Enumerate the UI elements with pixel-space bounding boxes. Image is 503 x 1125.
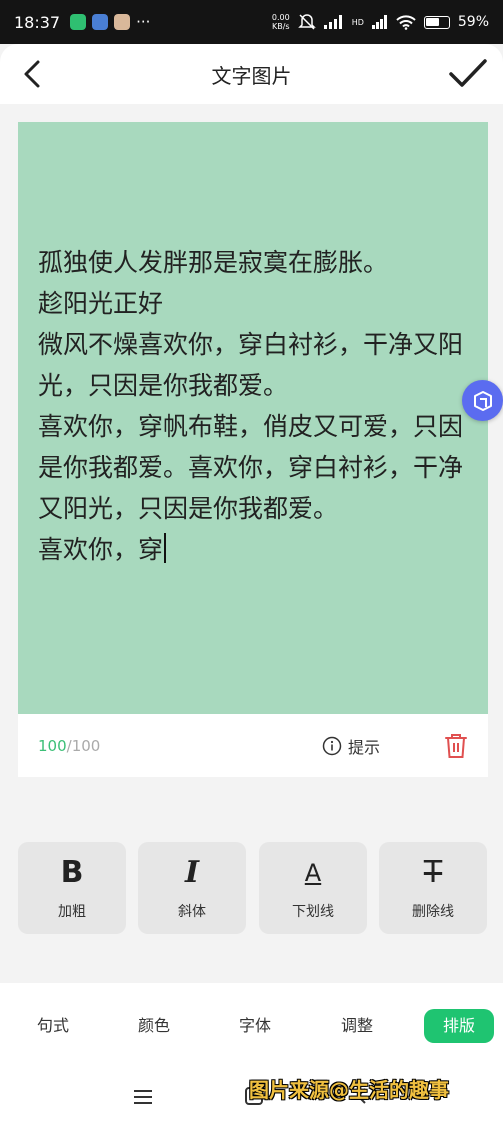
underline-label: 下划线 [292, 904, 334, 920]
back-icon[interactable] [18, 58, 48, 90]
mute-icon [297, 14, 316, 30]
underline-button[interactable]: A 下划线 [259, 842, 367, 934]
strikethrough-button[interactable]: T 删除线 [379, 842, 487, 934]
tab-layout[interactable]: 排版 [424, 1009, 494, 1043]
floating-assistant-button[interactable] [462, 380, 503, 421]
format-panel: B 加粗 I 斜体 A 下划线 T 删除线 [0, 795, 503, 983]
confirm-check-icon[interactable] [447, 56, 489, 92]
signal-icon [323, 15, 342, 29]
strikethrough-label: 删除线 [412, 904, 454, 920]
tab-sentence[interactable]: 句式 [18, 1009, 88, 1043]
app-notification-icon [70, 14, 87, 30]
cube-icon [473, 390, 492, 411]
header: 文字图片 [0, 44, 503, 104]
wrench-notification-icon [92, 14, 109, 30]
notification-icons: ··· [70, 13, 150, 31]
more-notifications: ··· [136, 13, 151, 31]
text-caret [164, 533, 167, 563]
bold-icon: B [60, 855, 84, 890]
underline-icon: A [304, 859, 322, 887]
trash-icon[interactable] [444, 733, 468, 759]
hd-label: HD [351, 17, 364, 27]
editor-footer: 100/100 提示 [18, 714, 488, 777]
italic-button[interactable]: I 斜体 [138, 842, 246, 934]
signal-icon-2 [371, 15, 387, 29]
text-editor[interactable]: 孤独使人发胖那是寂寞在膨胀。 趁阳光正好 微风不燥喜欢你，穿白衬衫，干净又阳光，… [18, 122, 488, 714]
menu-icon[interactable] [132, 1086, 154, 1108]
char-counter: 100/100 [38, 736, 101, 755]
editor-text: 孤独使人发胖那是寂寞在膨胀。 趁阳光正好 微风不燥喜欢你，穿白衬衫，干净又阳光，… [38, 248, 464, 564]
italic-icon: I [184, 855, 200, 890]
watermark: 图片来源@生活的趣事 [249, 1078, 449, 1102]
hint-label: 提示 [347, 737, 380, 757]
bold-label: 加粗 [58, 904, 86, 920]
hint-button[interactable]: 提示 [322, 734, 380, 758]
battery-percent: 59% [457, 14, 489, 30]
wifi-icon [396, 14, 416, 30]
status-right: 0.00 KB/s HD 59% [272, 13, 489, 31]
status-bar: 18:37 ··· 0.00 KB/s HD 59% [0, 0, 503, 44]
tab-adjust[interactable]: 调整 [322, 1009, 392, 1043]
italic-label: 斜体 [178, 904, 206, 920]
tab-font[interactable]: 字体 [220, 1009, 290, 1043]
status-time: 18:37 [14, 12, 61, 32]
info-icon [322, 736, 342, 755]
battery-icon [423, 15, 450, 29]
strikethrough-icon: T [423, 855, 443, 890]
editor-card: 孤独使人发胖那是寂寞在膨胀。 趁阳光正好 微风不燥喜欢你，穿白衬衫，干净又阳光，… [18, 122, 488, 777]
tab-color[interactable]: 颜色 [119, 1009, 189, 1043]
bold-button[interactable]: B 加粗 [18, 842, 126, 934]
page-title: 文字图片 [211, 63, 292, 88]
network-speed: 0.00 KB/s [271, 13, 290, 31]
avatar-notification-icon [114, 14, 131, 30]
